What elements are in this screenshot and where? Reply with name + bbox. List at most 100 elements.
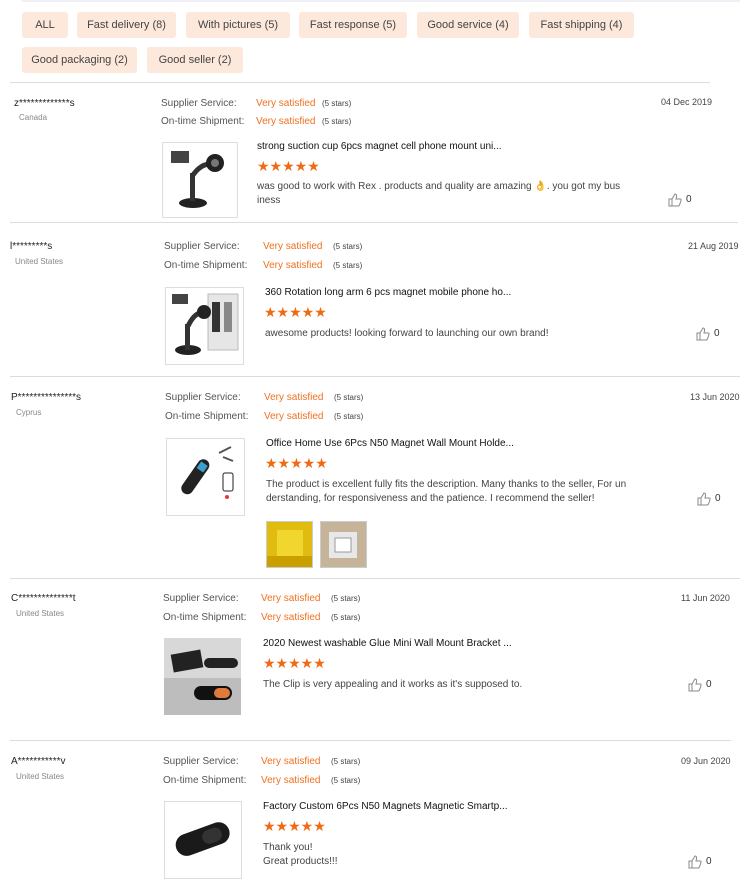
review-date: 21 Aug 2019 (688, 241, 739, 251)
product-title[interactable]: strong suction cup 6pcs magnet cell phon… (257, 141, 502, 152)
filter-good-service[interactable]: Good service (4) (417, 12, 519, 38)
review-photo[interactable] (320, 521, 367, 568)
review-text-line: iness (257, 195, 281, 206)
rating-stars: ★★★★★ (264, 304, 327, 320)
ontime-shipment-label: On-time Shipment: (163, 612, 247, 623)
supplier-service-value: Very satisfied (261, 756, 321, 767)
review-date: 11 Jun 2020 (681, 593, 730, 603)
thumbs-up-icon (696, 327, 710, 341)
review-date: 09 Jun 2020 (681, 756, 731, 766)
supplier-service-value: Very satisfied (256, 98, 316, 109)
ontime-shipment-stars: (5 stars) (333, 261, 363, 270)
ontime-shipment-value: Very satisfied (263, 260, 323, 271)
reviewer-name: A***********v (11, 756, 66, 767)
ontime-shipment-stars: (5 stars) (331, 776, 361, 785)
reviewer-country: United States (16, 609, 65, 618)
helpful-button[interactable]: 0 (688, 678, 718, 694)
supplier-service-stars: (5 stars) (331, 757, 361, 766)
review-text-line: was good to work with Rex . products and… (257, 181, 621, 192)
filter-with-pictures[interactable]: With pictures (5) (186, 12, 290, 38)
wall-mount-magnet-image[interactable] (166, 438, 245, 516)
supplier-service-stars: (5 stars) (331, 594, 361, 603)
filter-fast-shipping[interactable]: Fast shipping (4) (529, 12, 634, 38)
ontime-shipment-label: On-time Shipment: (165, 411, 249, 422)
helpful-button[interactable]: 0 (668, 193, 698, 209)
ontime-shipment-label: On-time Shipment: (164, 260, 248, 271)
reviewer-name: z*************s (14, 98, 75, 109)
phone-mount-box-image[interactable] (165, 287, 244, 365)
rating-stars: ★★★★★ (263, 818, 326, 834)
helpful-count: 0 (686, 194, 692, 205)
product-title[interactable]: 2020 Newest washable Glue Mini Wall Moun… (263, 638, 512, 649)
review-text: The Clip is very appealing and it works … (263, 678, 663, 692)
review-text-line: Thank you! (263, 842, 313, 853)
supplier-service-label: Supplier Service: (161, 98, 237, 109)
ontime-shipment-value: Very satisfied (256, 116, 316, 127)
review-text: Thank you! Great products!!! (263, 841, 663, 869)
ontime-shipment-value: Very satisfied (261, 612, 321, 623)
divider (10, 376, 740, 377)
review-text: The product is excellent fully fits the … (266, 478, 666, 506)
supplier-service-stars: (5 stars) (322, 99, 352, 108)
helpful-count: 0 (706, 856, 712, 867)
filter-good-packaging[interactable]: Good packaging (2) (22, 47, 137, 73)
filter-good-seller[interactable]: Good seller (2) (147, 47, 243, 73)
review-date: 13 Jun 2020 (690, 392, 740, 402)
supplier-service-label: Supplier Service: (163, 756, 239, 767)
phone-mount-suction-image[interactable] (162, 142, 238, 218)
review-text-line: awesome products! looking forward to lau… (265, 328, 549, 339)
filter-fast-delivery[interactable]: Fast delivery (8) (77, 12, 176, 38)
review-text-line: derstanding, for responsiveness and the … (266, 493, 595, 504)
product-title[interactable]: Office Home Use 6Pcs N50 Magnet Wall Mou… (266, 438, 514, 449)
review-text-line: Great products!!! (263, 856, 338, 867)
mini-wall-bracket-image[interactable] (164, 638, 241, 715)
reviewer-name: l*********s (10, 241, 53, 252)
review-photo[interactable] (266, 521, 313, 568)
ontime-shipment-value: Very satisfied (261, 775, 321, 786)
divider (10, 740, 731, 741)
filter-fast-response[interactable]: Fast response (5) (299, 12, 407, 38)
supplier-service-stars: (5 stars) (333, 242, 363, 251)
ontime-shipment-stars: (5 stars) (334, 412, 364, 421)
thumbs-up-icon (668, 193, 682, 207)
supplier-service-value: Very satisfied (264, 392, 324, 403)
reviewer-country: Canada (19, 113, 48, 122)
ontime-shipment-value: Very satisfied (264, 411, 324, 422)
product-title[interactable]: 360 Rotation long arm 6 pcs magnet mobil… (265, 287, 511, 298)
helpful-button[interactable]: 0 (696, 327, 726, 343)
helpful-count: 0 (706, 679, 712, 690)
supplier-service-stars: (5 stars) (334, 393, 364, 402)
ontime-shipment-stars: (5 stars) (331, 613, 361, 622)
supplier-service-label: Supplier Service: (165, 392, 241, 403)
supplier-service-value: Very satisfied (261, 593, 321, 604)
review-text-line: The product is excellent fully fits the … (266, 479, 627, 490)
product-title[interactable]: Factory Custom 6Pcs N50 Magnets Magnetic… (263, 801, 508, 812)
review-text-line: The Clip is very appealing and it works … (263, 679, 523, 690)
ontime-shipment-stars: (5 stars) (322, 117, 352, 126)
filter-all[interactable]: ALL (22, 12, 68, 38)
helpful-count: 0 (715, 493, 721, 504)
reviewer-name: P***************s (11, 392, 82, 403)
supplier-service-label: Supplier Service: (164, 241, 240, 252)
review-date: 04 Dec 2019 (661, 97, 713, 107)
ontime-shipment-label: On-time Shipment: (161, 116, 245, 127)
divider (10, 222, 738, 223)
ontime-shipment-label: On-time Shipment: (163, 775, 247, 786)
thumbs-up-icon (688, 678, 702, 692)
divider (10, 578, 740, 579)
helpful-button[interactable]: 0 (688, 855, 718, 871)
magnetic-strip-image[interactable] (164, 801, 242, 879)
thumbs-up-icon (697, 492, 711, 506)
divider (10, 82, 710, 83)
reviewer-country: Cyprus (16, 408, 42, 417)
reviewer-country: United States (16, 772, 65, 781)
review-text: awesome products! looking forward to lau… (265, 327, 665, 341)
helpful-count: 0 (714, 328, 720, 339)
supplier-service-label: Supplier Service: (163, 593, 239, 604)
thumbs-up-icon (688, 855, 702, 869)
filter-tags: ALL Fast delivery (8) With pictures (5) … (0, 0, 750, 80)
helpful-button[interactable]: 0 (697, 492, 727, 508)
rating-stars: ★★★★★ (265, 455, 328, 471)
reviewer-country: United States (15, 257, 64, 266)
rating-stars: ★★★★★ (263, 655, 326, 671)
